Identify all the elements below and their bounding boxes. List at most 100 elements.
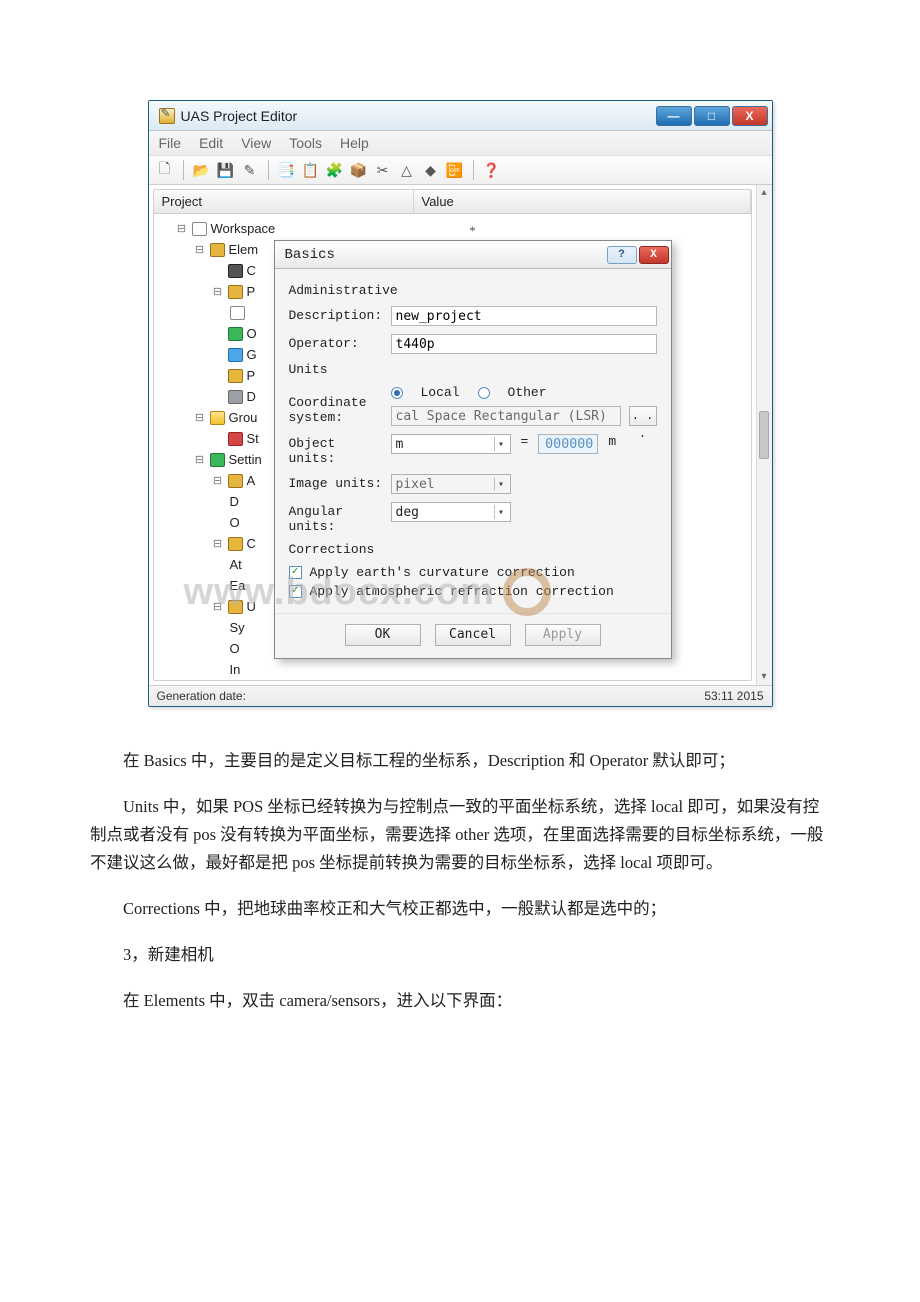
chevron-down-icon: ▾ — [494, 477, 508, 491]
tree-o-label: O — [247, 326, 257, 341]
operator-input[interactable] — [391, 334, 657, 354]
img-combo-value: pixel — [396, 477, 435, 492]
radio-other[interactable] — [478, 387, 490, 399]
strip-icon — [228, 432, 243, 446]
ang-units-combo[interactable]: deg ▾ — [391, 502, 511, 522]
tree-g-label: G — [247, 347, 257, 362]
doc-p1: 在 Basics 中，主要目的是定义目标工程的坐标系，Description 和… — [90, 747, 830, 775]
apply-button[interactable]: Apply — [525, 624, 601, 646]
open-icon[interactable]: 📂 — [192, 160, 212, 180]
close-button[interactable]: X — [732, 106, 768, 126]
status-right: 53:11 2015 — [704, 689, 763, 703]
menu-help[interactable]: Help — [340, 135, 369, 151]
menu-bar: File Edit View Tools Help — [149, 131, 772, 156]
titlebar: UAS Project Editor — □ X — [149, 101, 772, 131]
dialog-help-button[interactable]: ? — [607, 246, 637, 264]
checkbox-atmospheric[interactable] — [289, 585, 302, 598]
scroll-thumb[interactable] — [759, 411, 769, 459]
cancel-button[interactable]: Cancel — [435, 624, 511, 646]
tool-5-icon[interactable]: 📑 — [277, 160, 297, 180]
u-icon — [228, 600, 243, 614]
help-icon[interactable]: ❓ — [482, 160, 502, 180]
workspace-icon — [192, 222, 207, 236]
tree-group-label: Grou — [229, 410, 258, 425]
tree-u-sy-label: Sy — [230, 620, 245, 635]
tool-6-icon[interactable]: 📋 — [301, 160, 321, 180]
obj-scale-input[interactable] — [538, 434, 598, 454]
tree-c-label: C — [247, 536, 256, 551]
new-icon[interactable]: 🗋 — [155, 160, 175, 180]
menu-view[interactable]: View — [241, 135, 271, 151]
chevron-down-icon: ▾ — [494, 505, 508, 519]
maximize-button[interactable]: □ — [694, 106, 730, 126]
img-units-combo: pixel ▾ — [391, 474, 511, 494]
label-img-units: Image units: — [289, 474, 385, 491]
settings-icon — [210, 453, 225, 467]
tool-8-icon[interactable]: 📦 — [349, 160, 369, 180]
checkbox-curvature[interactable] — [289, 566, 302, 579]
tree-a-d-label: D — [230, 494, 239, 509]
c-icon — [228, 537, 243, 551]
scroll-up-icon[interactable]: ▴ — [761, 185, 766, 201]
doc-p4: 3，新建相机 — [90, 941, 830, 969]
menu-edit[interactable]: Edit — [199, 135, 223, 151]
minimize-button[interactable]: — — [656, 106, 692, 126]
doc-p5: 在 Elements 中，双击 camera/sensors，进入以下界面： — [90, 987, 830, 1015]
tool-9-icon[interactable]: ✂ — [373, 160, 393, 180]
label-coord: Coordinate system: — [289, 385, 385, 425]
tree-c-ea-label: Ea — [230, 578, 246, 593]
label-atmospheric: Apply atmospheric refraction correction — [310, 584, 614, 599]
app-icon — [159, 108, 175, 124]
tree-u-in-label: In — [230, 662, 241, 677]
tree-c-at-label: At — [230, 557, 242, 572]
dialog-body: Administrative Description: Operator: Un… — [275, 269, 671, 607]
tree-d-label: D — [247, 389, 256, 404]
edit-icon[interactable]: ✎ — [240, 160, 260, 180]
tree-u-in[interactable]: In — [162, 659, 751, 680]
label-curvature: Apply earth's curvature correction — [310, 565, 575, 580]
radio-local-label: Local — [421, 385, 460, 400]
columns-header: Project Value — [154, 190, 751, 214]
gear-icon — [228, 285, 243, 299]
tree-root-label: Workspace — [211, 221, 276, 236]
toolbar: 🗋 📂 💾 ✎ 📑 📋 🧩 📦 ✂ △ ◆ 📴 ❓ — [149, 156, 772, 185]
tool-10-icon[interactable]: △ — [397, 160, 417, 180]
label-operator: Operator: — [289, 334, 385, 351]
tool-11-icon[interactable]: ◆ — [421, 160, 441, 180]
tool-12-icon[interactable]: 📴 — [445, 160, 465, 180]
arrow-icon — [228, 348, 243, 362]
menu-file[interactable]: File — [159, 135, 182, 151]
tree-p2-label: P — [247, 368, 256, 383]
diamond-icon — [228, 390, 243, 404]
tree-body: ⊟ Workspace ⊟ Elem C ⊟ P — [154, 214, 751, 680]
triangle-icon — [228, 369, 243, 383]
ok-button[interactable]: OK — [345, 624, 421, 646]
tree-panel: Project Value ⊟ Workspace ⊟ Elem C — [153, 189, 752, 681]
basics-dialog: * Basics ? X Administrative Description: — [274, 240, 672, 659]
status-bar: Generation date: 53:11 2015 — [149, 685, 772, 706]
doc-icon — [230, 306, 245, 320]
coord-browse-button[interactable]: . . . — [629, 406, 657, 426]
tool-7-icon[interactable]: 🧩 — [325, 160, 345, 180]
tree-settings-label: Settin — [229, 452, 262, 467]
dialog-star: * — [469, 223, 476, 239]
chevron-down-icon: ▾ — [494, 437, 508, 451]
menu-tools[interactable]: Tools — [289, 135, 322, 151]
tree-elem-label: Elem — [229, 242, 259, 257]
label-obj-units: Object units: — [289, 434, 385, 466]
column-project[interactable]: Project — [154, 190, 414, 213]
dialog-title: Basics — [285, 247, 605, 263]
description-input[interactable] — [391, 306, 657, 326]
obj-units-combo[interactable]: m ▾ — [391, 434, 511, 454]
dialog-titlebar: * Basics ? X — [275, 241, 671, 269]
tree-root[interactable]: ⊟ Workspace — [162, 218, 751, 239]
save-icon[interactable]: 💾 — [216, 160, 236, 180]
scroll-down-icon[interactable]: ▾ — [761, 669, 766, 685]
radio-local[interactable] — [391, 387, 403, 399]
dialog-close-button[interactable]: X — [639, 246, 669, 264]
vertical-scrollbar[interactable]: ▴ ▾ — [756, 185, 772, 685]
column-value[interactable]: Value — [414, 190, 751, 213]
elements-icon — [210, 243, 225, 257]
client-area: Project Value ⊟ Workspace ⊟ Elem C — [149, 185, 772, 685]
folder-icon — [210, 411, 225, 425]
